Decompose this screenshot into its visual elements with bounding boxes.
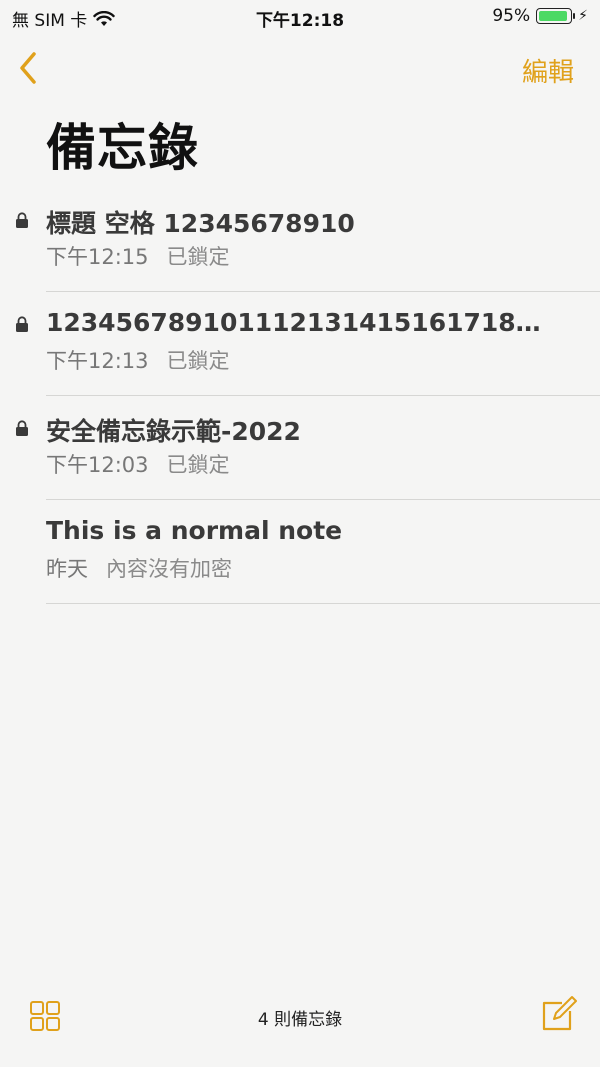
- status-bar: 無 SIM 卡 下午12:18 95% ⚡: [0, 0, 600, 34]
- note-title: 安全備忘錄示範-2022: [46, 417, 301, 446]
- battery-percent: 95%: [492, 6, 531, 26]
- note-meta: 下午12:13 已鎖定: [46, 345, 230, 375]
- note-date: 下午12:03: [46, 453, 149, 477]
- note-date: 下午12:15: [46, 245, 149, 269]
- note-row[interactable]: This is a normal note 昨天 內容沒有加密: [0, 500, 600, 604]
- note-row[interactable]: 標題 空格 12345678910 下午12:15 已鎖定: [0, 188, 600, 292]
- compose-button[interactable]: [540, 995, 578, 1033]
- chevron-left-icon: [20, 52, 36, 84]
- note-count: 4 則備忘錄: [257, 1010, 343, 1030]
- lock-icon: [16, 316, 28, 332]
- status-right: 95% ⚡: [492, 6, 588, 26]
- notes-list: 標題 空格 12345678910 下午12:15 已鎖定 12345678910…: [0, 188, 600, 604]
- navigation-bar: 編輯: [0, 40, 600, 100]
- edit-button[interactable]: 編輯: [522, 52, 574, 89]
- charging-bolt-icon: ⚡: [578, 8, 588, 24]
- back-button[interactable]: [14, 48, 46, 88]
- note-meta: 昨天 內容沒有加密: [46, 553, 232, 583]
- bottom-toolbar: 4 則備忘錄: [0, 996, 600, 1067]
- battery-icon: [536, 8, 576, 24]
- note-title: This is a normal note: [46, 516, 343, 545]
- note-meta: 下午12:03 已鎖定: [46, 449, 230, 479]
- note-date: 昨天: [46, 557, 88, 581]
- lock-icon: [16, 420, 28, 436]
- lock-icon: [16, 212, 28, 228]
- note-preview: 內容沒有加密: [106, 557, 232, 581]
- note-title: 1234567891011121314151617181920...: [46, 308, 556, 337]
- note-meta: 下午12:15 已鎖定: [46, 241, 230, 271]
- page-title: 備忘錄: [46, 119, 199, 177]
- note-preview: 已鎖定: [166, 245, 230, 269]
- note-date: 下午12:13: [46, 349, 149, 373]
- compose-icon: [542, 996, 577, 1031]
- note-row[interactable]: 安全備忘錄示範-2022 下午12:03 已鎖定: [0, 396, 600, 500]
- note-preview: 已鎖定: [166, 349, 230, 373]
- note-preview: 已鎖定: [166, 453, 230, 477]
- battery-fill: [539, 11, 567, 21]
- note-row[interactable]: 1234567891011121314151617181920... 下午12:…: [0, 292, 600, 396]
- note-title: 標題 空格 12345678910: [46, 209, 355, 238]
- divider: [46, 603, 600, 604]
